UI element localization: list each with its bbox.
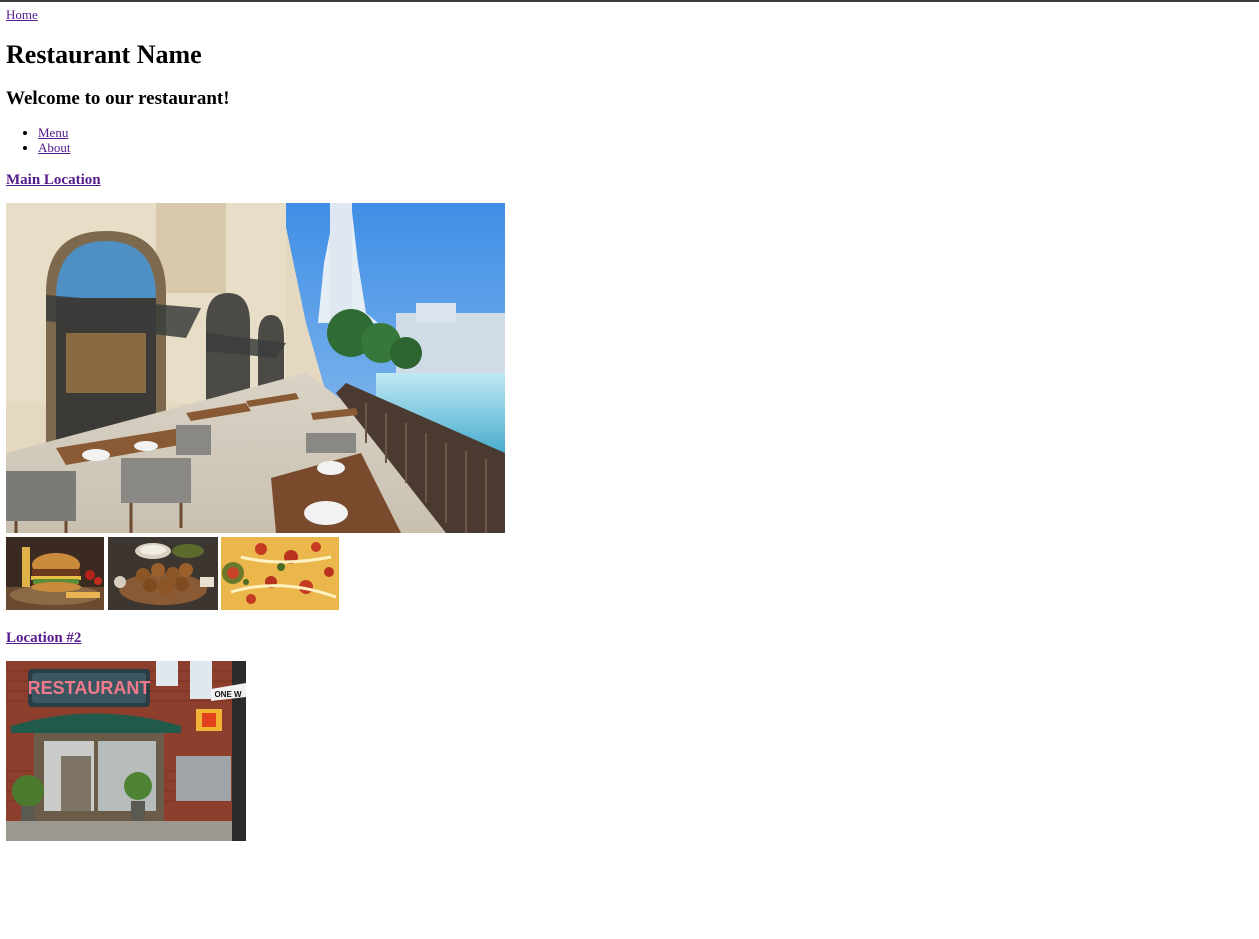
window-top-border <box>0 0 1259 2</box>
page-title: Restaurant Name <box>6 40 202 69</box>
pizza-photo[interactable] <box>221 537 339 610</box>
burger-photo[interactable] <box>6 537 104 610</box>
main-location-link[interactable]: Main Location <box>6 172 101 188</box>
nav-item-menu: Menu <box>38 125 71 140</box>
outdoor-terrace-photo[interactable] <box>6 203 505 533</box>
nav-list: Menu About <box>6 125 71 155</box>
home-link[interactable]: Home <box>6 7 38 22</box>
storefront-sign-text: RESTAURANT <box>28 678 151 698</box>
location-2-link[interactable]: Location #2 <box>6 630 81 646</box>
street-sign-text: ONE W <box>214 690 242 699</box>
menu-link[interactable]: Menu <box>38 125 68 140</box>
nav-item-about: About <box>38 140 71 155</box>
page-subtitle: Welcome to our restaurant! <box>6 88 230 109</box>
location-heading-2: Location #2 <box>6 629 81 647</box>
falafel-photo[interactable] <box>108 537 218 610</box>
storefront-photo[interactable]: RESTAURANT ONE W <box>6 661 246 841</box>
about-link[interactable]: About <box>38 140 71 155</box>
location-heading-main: Main Location <box>6 171 101 189</box>
